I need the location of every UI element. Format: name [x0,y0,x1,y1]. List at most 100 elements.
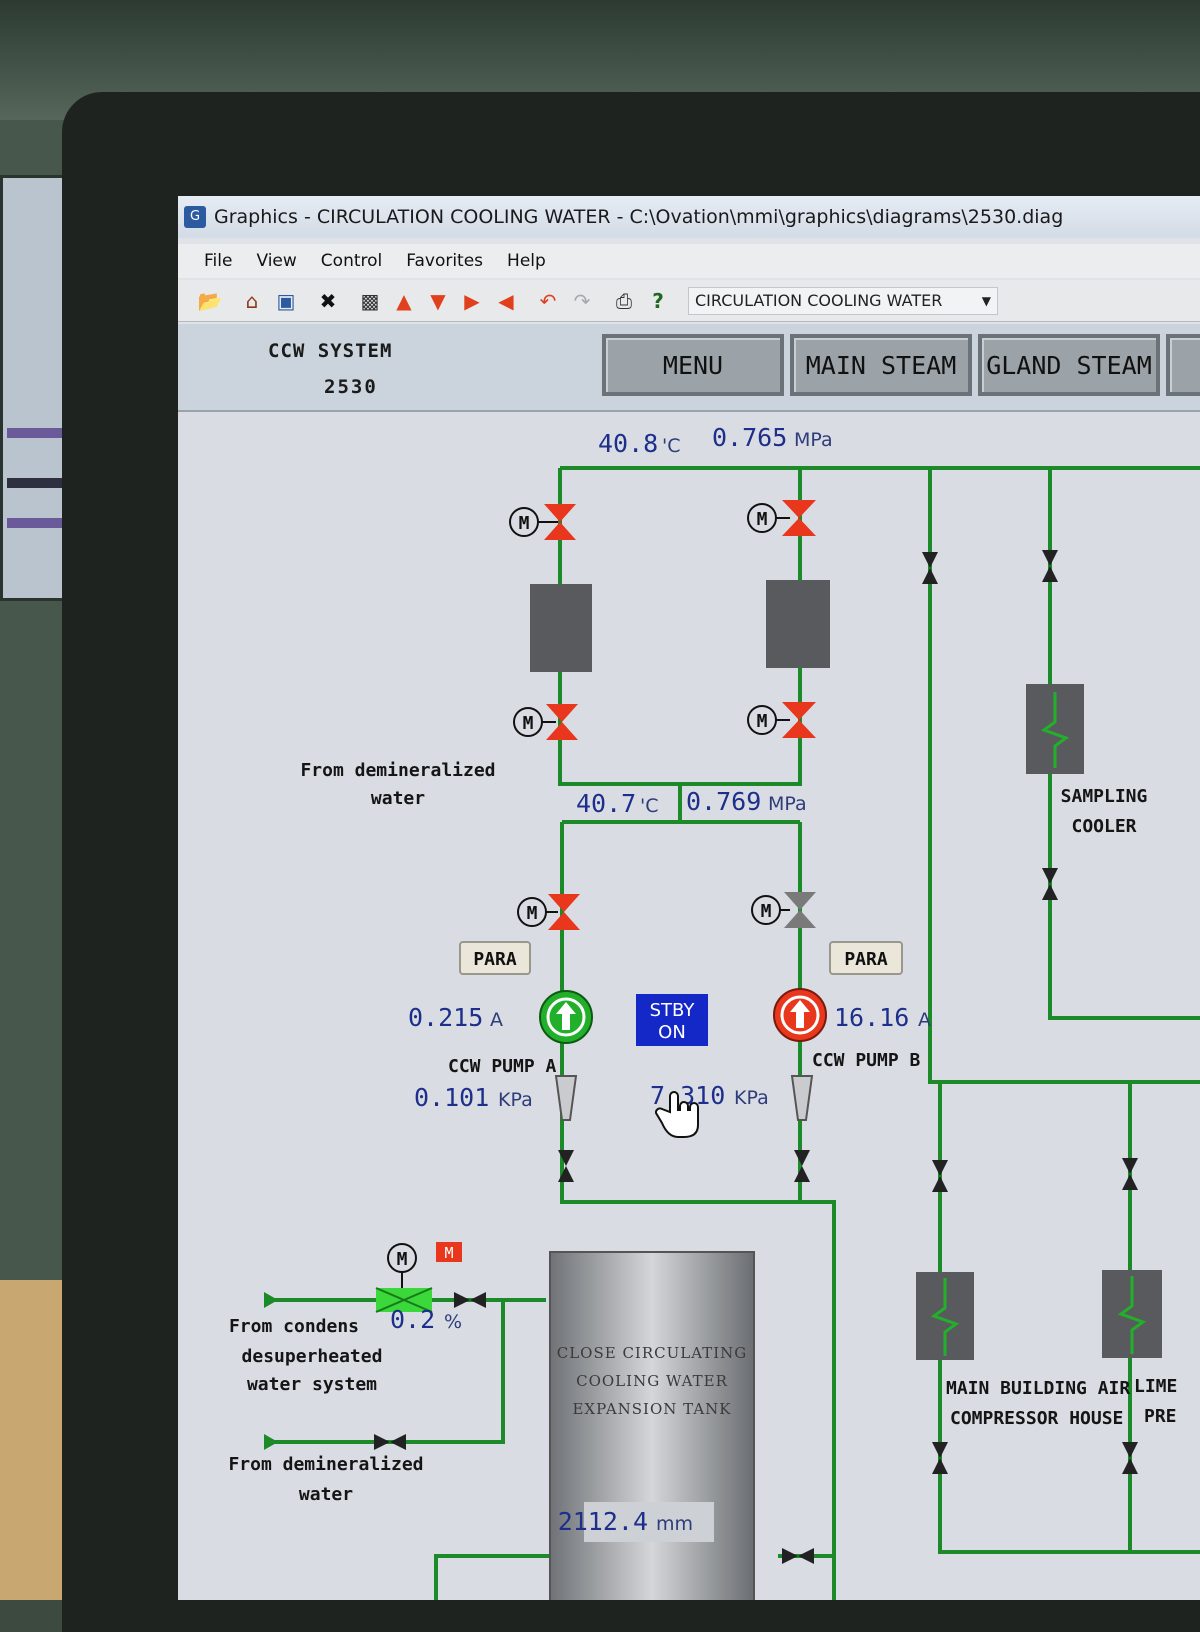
manual-valve[interactable] [1042,868,1058,900]
print-icon[interactable]: ⎙ [610,288,638,314]
background-monitor-bar [7,428,63,438]
menu-control[interactable]: Control [321,251,382,271]
toolbar: 📂 ⌂ ▣ ✖ ▩ ▲ ▼ ▶ ◀ ↶ ↷ ⎙ ? CIRCULATION CO… [178,280,1200,322]
main-building-air-cooler[interactable] [916,1272,974,1360]
svg-text:M: M [444,1244,453,1262]
from-demineralized-label: water [299,1484,353,1505]
svg-text:M: M [757,711,768,732]
graphics-app-icon[interactable]: G [184,206,206,228]
svg-text:M: M [519,513,530,534]
manual-valve[interactable] [1042,550,1058,582]
close-x-icon[interactable]: ✖ [314,288,342,314]
process-diagram: M M M M M M PARA PARA STBY ON M M CLOSE … [178,412,1200,1600]
temp-unit: 'C [662,435,681,457]
from-demineralized-label: From demineralized [300,760,495,781]
discharge-pressure: 0.769 [686,787,761,816]
manual-valve[interactable] [1122,1158,1138,1190]
motor-valve-top-right[interactable]: M [747,500,816,536]
from-condens-label: desuperheated [242,1346,383,1367]
menu-help[interactable]: Help [507,251,546,271]
motor-valve-pump-a-discharge[interactable]: M [517,894,580,930]
manual-valve[interactable] [1122,1442,1138,1474]
snapshot-icon[interactable]: ▣ [272,288,300,314]
svg-text:M: M [757,509,768,530]
svg-text:M: M [527,903,538,924]
filter-b[interactable] [766,580,830,668]
from-demineralized-label: From demineralized [228,1454,423,1475]
arrow-up-icon[interactable]: ▲ [390,288,418,314]
manual-valve[interactable] [794,1150,810,1182]
pump-b-current: 16.16 [834,1003,909,1032]
pipe [928,468,1200,1084]
para-button-b[interactable]: PARA [829,941,903,975]
manual-valve[interactable] [922,552,938,584]
background-monitor-bar [7,478,63,488]
main-steam-button[interactable]: MAIN STEAM [790,334,972,396]
lime-cooler[interactable] [1102,1270,1162,1358]
zoom-window-icon[interactable]: ▩ [356,288,384,314]
gland-steam-button[interactable]: GLAND STEAM [978,334,1160,396]
para-button-a[interactable]: PARA [459,941,531,975]
motor-valve-mid-right[interactable]: M [747,702,816,738]
arrow-left-icon[interactable]: ◀ [492,288,520,314]
chevron-down-icon[interactable]: ▼ [982,294,991,308]
percent-unit: % [444,1311,462,1333]
diagram-header: CCW SYSTEM 2530 MENU MAIN STEAM GLAND ST… [178,324,1200,412]
ccw-pump-b[interactable] [773,988,827,1042]
diagram-select[interactable]: CIRCULATION COOLING WATER ▼ [688,286,998,315]
current-unit: A [918,1009,931,1031]
manual-valve[interactable] [932,1160,948,1192]
open-folder-icon[interactable]: 📂 [196,288,224,314]
temp-unit: 'C [640,795,659,817]
motor-valve-mid-left[interactable]: M [513,704,578,740]
svg-text:M: M [523,713,534,734]
tank-label-3: EXPANSION TANK [572,1400,731,1418]
help-icon[interactable]: ? [644,288,672,314]
back-icon[interactable]: ↶ [534,288,562,314]
pump-a-differential-pressure: 0.101 [414,1083,489,1112]
motor-valve-pump-b-discharge[interactable]: M [751,892,816,928]
arrow-right-icon[interactable]: ▶ [458,288,486,314]
manual-valve[interactable] [932,1442,948,1474]
forward-icon[interactable]: ↷ [568,288,596,314]
sampling-cooler-label: SAMPLING [1061,786,1148,807]
title-bar: G Graphics - CIRCULATION COOLING WATER -… [178,196,1200,238]
menu-button[interactable]: MENU [602,334,784,396]
valve-position: 0.2 [390,1305,435,1334]
home-icon[interactable]: ⌂ [238,288,266,314]
menu-file[interactable]: File [204,251,232,271]
arrow-down-icon[interactable]: ▼ [424,288,452,314]
expansion-tank[interactable] [549,1251,755,1600]
menu-bar: File View Control Favorites Help [178,244,1200,278]
current-unit: A [490,1009,503,1031]
desuperheater-control-valve[interactable]: M [375,1243,433,1313]
menu-view[interactable]: View [256,251,296,271]
from-condens-label: From condens [229,1316,359,1337]
pressure-unit: KPa [734,1087,769,1109]
manual-valve[interactable] [454,1292,486,1308]
svg-text:M: M [397,1249,408,1270]
standby-indicator[interactable]: STBY ON [636,994,708,1046]
menu-favorites[interactable]: Favorites [406,251,483,271]
background-monitor-bar [7,518,63,528]
manual-valve[interactable] [374,1434,406,1450]
ccw-pump-a[interactable] [539,990,593,1044]
system-number: 2530 [324,376,378,398]
check-valve-pump-a [554,1075,578,1121]
svg-text:M: M [761,901,772,922]
svg-text:ON: ON [658,1022,686,1043]
motor-valve-top-left[interactable]: M [509,504,576,540]
pressure-unit: MPa [768,793,807,815]
sampling-cooler[interactable] [1026,684,1084,774]
diagram-svg: M M M M M M PARA PARA STBY ON M M CLOSE … [228,423,1200,1600]
filter-a[interactable] [530,584,592,672]
pump-a-current: 0.215 [408,1003,483,1032]
tank-level-value: 2112.4 [558,1507,648,1536]
manual-mode-badge: M [436,1242,462,1262]
system-label: CCW SYSTEM [268,340,393,362]
manual-valve[interactable] [782,1548,814,1564]
next-nav-button[interactable] [1166,334,1200,396]
tank-label-2: COOLING WATER [576,1372,728,1390]
ovation-graphics-window: G Graphics - CIRCULATION COOLING WATER -… [178,196,1200,1600]
svg-text:STBY: STBY [650,1000,696,1021]
